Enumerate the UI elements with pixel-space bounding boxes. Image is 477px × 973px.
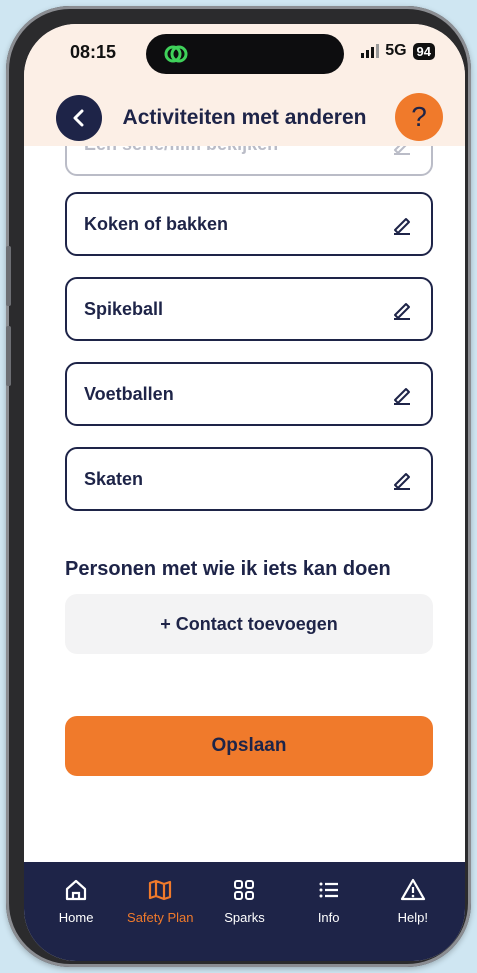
activity-item[interactable]: Spikeball xyxy=(65,277,433,341)
bottom-tab-bar: Home Safety Plan Sparks Info Help! xyxy=(24,862,465,961)
phone-frame: 08:15 5G 94 Activiteiten met anderen ? K… xyxy=(6,6,471,967)
tab-info[interactable]: Info xyxy=(289,862,369,961)
map-icon xyxy=(149,879,172,901)
volume-down-button xyxy=(6,326,11,386)
scroll-content[interactable]: Een serie/film bekijken Koken of bakken … xyxy=(24,146,465,866)
signal-icon xyxy=(361,44,380,58)
activity-item[interactable]: Koken of bakken xyxy=(65,192,433,256)
activity-label: Skaten xyxy=(84,469,144,489)
activity-label: Een serie/film bekijken xyxy=(84,146,278,155)
activity-item[interactable]: Een serie/film bekijken xyxy=(65,146,433,176)
home-icon xyxy=(65,879,87,901)
help-button[interactable]: ? xyxy=(395,93,443,141)
edit-icon[interactable] xyxy=(391,146,413,156)
edit-icon[interactable] xyxy=(391,384,413,406)
tab-safety-plan[interactable]: Safety Plan xyxy=(120,862,200,961)
activity-item[interactable]: Skaten xyxy=(65,447,433,511)
warning-icon xyxy=(400,878,425,901)
tab-label: Safety Plan xyxy=(127,910,194,925)
screen: 08:15 5G 94 Activiteiten met anderen ? K… xyxy=(24,24,465,961)
tab-label: Help! xyxy=(397,910,429,925)
dynamic-island xyxy=(146,34,344,74)
volume-up-button xyxy=(6,246,11,306)
tab-label: Sparks xyxy=(224,910,265,925)
list-icon xyxy=(319,882,338,898)
edit-icon[interactable] xyxy=(391,469,413,491)
save-button[interactable]: Opslaan xyxy=(65,716,433,776)
battery-indicator: 94 xyxy=(412,42,435,60)
add-contact-button[interactable]: + Contact toevoegen xyxy=(65,594,433,654)
edit-icon[interactable] xyxy=(391,214,413,236)
status-time: 08:15 xyxy=(70,42,117,62)
tab-help[interactable]: Help! xyxy=(373,862,453,961)
tab-label: Home xyxy=(58,910,94,925)
activity-item[interactable]: Voetballen xyxy=(65,362,433,426)
tab-label: Info xyxy=(317,910,340,925)
activity-label: Koken of bakken xyxy=(84,214,229,234)
app-link-icon xyxy=(164,45,188,63)
status-indicators: 5G 94 xyxy=(361,42,435,60)
network-label: 5G xyxy=(385,42,407,59)
contacts-section-title: Personen met wie ik iets kan doen xyxy=(65,558,391,580)
grid-icon xyxy=(234,880,255,900)
tab-sparks[interactable]: Sparks xyxy=(204,862,284,961)
activity-label: Spikeball xyxy=(84,299,164,319)
activity-label: Voetballen xyxy=(84,384,174,404)
edit-icon[interactable] xyxy=(391,299,413,321)
tab-home[interactable]: Home xyxy=(36,862,116,961)
